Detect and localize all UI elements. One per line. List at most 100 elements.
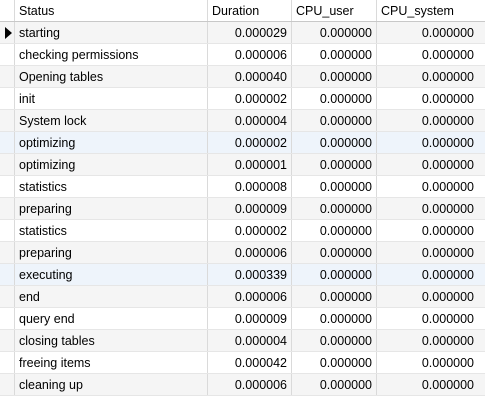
row-indicator[interactable] [0,154,15,175]
cell-cpu-user[interactable]: 0.000000 [292,198,377,219]
cell-duration[interactable]: 0.000004 [208,330,292,351]
row-indicator[interactable] [0,176,15,197]
cell-cpu-system[interactable]: 0.000000 [377,176,478,197]
cell-duration[interactable]: 0.000339 [208,264,292,285]
cell-cpu-system[interactable]: 0.000000 [377,242,478,263]
cell-cpu-user[interactable]: 0.000000 [292,308,377,329]
cell-duration[interactable]: 0.000029 [208,22,292,43]
row-indicator[interactable] [0,22,15,43]
cell-status[interactable]: Opening tables [15,66,208,87]
cell-duration[interactable]: 0.000002 [208,132,292,153]
cell-cpu-system[interactable]: 0.000000 [377,330,478,351]
cell-cpu-system[interactable]: 0.000000 [377,22,478,43]
cell-cpu-system[interactable]: 0.000000 [377,220,478,241]
cell-status[interactable]: optimizing [15,132,208,153]
column-header-status[interactable]: Status [15,0,208,21]
table-row[interactable]: query end 0.000009 0.000000 0.000000 [0,308,485,330]
cell-cpu-user[interactable]: 0.000000 [292,132,377,153]
table-row[interactable]: preparing 0.000006 0.000000 0.000000 [0,242,485,264]
cell-duration[interactable]: 0.000040 [208,66,292,87]
cell-status[interactable]: executing [15,264,208,285]
cell-status[interactable]: freeing items [15,352,208,373]
cell-cpu-user[interactable]: 0.000000 [292,242,377,263]
row-indicator[interactable] [0,352,15,373]
cell-duration[interactable]: 0.000008 [208,176,292,197]
cell-cpu-system[interactable]: 0.000000 [377,198,478,219]
table-row[interactable]: freeing items 0.000042 0.000000 0.000000 [0,352,485,374]
table-row[interactable]: Opening tables 0.000040 0.000000 0.000000 [0,66,485,88]
cell-status[interactable]: checking permissions [15,44,208,65]
cell-cpu-system[interactable]: 0.000000 [377,110,478,131]
cell-status[interactable]: System lock [15,110,208,131]
cell-duration[interactable]: 0.000006 [208,242,292,263]
cell-cpu-user[interactable]: 0.000000 [292,352,377,373]
cell-duration[interactable]: 0.000042 [208,352,292,373]
cell-cpu-user[interactable]: 0.000000 [292,154,377,175]
cell-cpu-user[interactable]: 0.000000 [292,66,377,87]
cell-duration[interactable]: 0.000006 [208,286,292,307]
cell-duration[interactable]: 0.000009 [208,198,292,219]
cell-cpu-user[interactable]: 0.000000 [292,286,377,307]
table-row[interactable]: optimizing 0.000001 0.000000 0.000000 [0,154,485,176]
cell-status[interactable]: query end [15,308,208,329]
cell-status[interactable]: cleaning up [15,374,208,395]
row-indicator[interactable] [0,110,15,131]
table-row[interactable]: statistics 0.000002 0.000000 0.000000 [0,220,485,242]
cell-cpu-user[interactable]: 0.000000 [292,330,377,351]
row-indicator[interactable] [0,374,15,395]
cell-duration[interactable]: 0.000002 [208,88,292,109]
cell-duration[interactable]: 0.000006 [208,44,292,65]
row-indicator[interactable] [0,330,15,351]
cell-cpu-system[interactable]: 0.000000 [377,66,478,87]
cell-cpu-user[interactable]: 0.000000 [292,264,377,285]
cell-cpu-system[interactable]: 0.000000 [377,352,478,373]
cell-cpu-user[interactable]: 0.000000 [292,88,377,109]
column-header-cpu-system[interactable]: CPU_system [377,0,478,21]
cell-status[interactable]: init [15,88,208,109]
cell-status[interactable]: preparing [15,198,208,219]
cell-cpu-user[interactable]: 0.000000 [292,374,377,395]
row-indicator[interactable] [0,66,15,87]
row-indicator[interactable] [0,286,15,307]
table-row[interactable]: checking permissions 0.000006 0.000000 0.00… [0,44,485,66]
row-indicator[interactable] [0,242,15,263]
row-indicator[interactable] [0,308,15,329]
cell-duration[interactable]: 0.000001 [208,154,292,175]
cell-status[interactable]: starting [15,22,208,43]
cell-cpu-user[interactable]: 0.000000 [292,176,377,197]
cell-duration[interactable]: 0.000004 [208,110,292,131]
cell-cpu-user[interactable]: 0.000000 [292,22,377,43]
table-row[interactable]: init 0.000002 0.000000 0.000000 [0,88,485,110]
cell-duration[interactable]: 0.000002 [208,220,292,241]
cell-cpu-system[interactable]: 0.000000 [377,308,478,329]
cell-cpu-system[interactable]: 0.000000 [377,286,478,307]
cell-cpu-system[interactable]: 0.000000 [377,374,478,395]
row-indicator[interactable] [0,132,15,153]
table-row[interactable]: closing tables 0.000004 0.000000 0.000000 [0,330,485,352]
cell-cpu-user[interactable]: 0.000000 [292,44,377,65]
table-row[interactable]: optimizing 0.000002 0.000000 0.000000 [0,132,485,154]
table-row[interactable]: statistics 0.000008 0.000000 0.000000 [0,176,485,198]
table-row[interactable]: starting 0.000029 0.000000 0.000000 [0,22,485,44]
cell-cpu-system[interactable]: 0.000000 [377,44,478,65]
cell-cpu-system[interactable]: 0.000000 [377,154,478,175]
column-header-cpu-user[interactable]: CPU_user [292,0,377,21]
row-indicator[interactable] [0,88,15,109]
cell-cpu-system[interactable]: 0.000000 [377,88,478,109]
cell-status[interactable]: optimizing [15,154,208,175]
cell-status[interactable]: statistics [15,176,208,197]
cell-status[interactable]: closing tables [15,330,208,351]
cell-cpu-user[interactable]: 0.000000 [292,220,377,241]
table-row[interactable]: preparing 0.000009 0.000000 0.000000 [0,198,485,220]
cell-status[interactable]: preparing [15,242,208,263]
cell-duration[interactable]: 0.000006 [208,374,292,395]
table-row[interactable]: cleaning up 0.000006 0.000000 0.000000 [0,374,485,396]
table-row[interactable]: executing 0.000339 0.000000 0.000000 [0,264,485,286]
row-indicator[interactable] [0,220,15,241]
cell-status[interactable]: statistics [15,220,208,241]
row-indicator[interactable] [0,44,15,65]
cell-status[interactable]: end [15,286,208,307]
cell-cpu-system[interactable]: 0.000000 [377,132,478,153]
cell-cpu-system[interactable]: 0.000000 [377,264,478,285]
column-header-duration[interactable]: Duration [208,0,292,21]
